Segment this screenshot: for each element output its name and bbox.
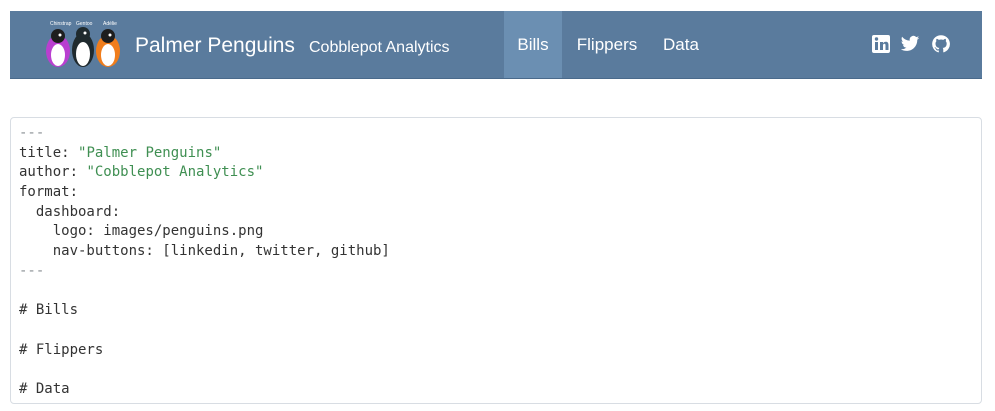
- code-value-author: "Cobblepot Analytics": [86, 164, 264, 180]
- github-icon[interactable]: [931, 34, 951, 54]
- code-block[interactable]: --- title: "Palmer Penguins" author: "Co…: [10, 117, 982, 404]
- logo-label-3: Adélie: [103, 21, 117, 27]
- code-line-10: # Flippers: [19, 342, 104, 358]
- code-key-author: author:: [19, 164, 87, 180]
- code-key-title: title:: [19, 145, 79, 161]
- logo-label-1: Chinstrap: [50, 21, 72, 27]
- code-line-11: # Data: [19, 381, 70, 397]
- code-line-3: author: "Cobblepot Analytics": [19, 163, 263, 181]
- tab-flippers[interactable]: Flippers: [570, 11, 644, 78]
- linkedin-icon[interactable]: [871, 34, 891, 54]
- code-line-6: logo: images/penguins.png: [19, 223, 264, 239]
- code-line-1: ---: [19, 125, 45, 141]
- code-line-8: ---: [19, 263, 45, 279]
- code-line-4: format:: [19, 184, 79, 200]
- code-line-5: dashboard:: [19, 204, 121, 220]
- code-line-7: nav-buttons: [linkedin, twitter, github]: [19, 243, 390, 259]
- brand-title[interactable]: Palmer Penguins: [135, 33, 295, 59]
- twitter-icon[interactable]: [900, 34, 920, 54]
- code-value-title: "Palmer Penguins": [78, 145, 222, 161]
- tab-bills[interactable]: Bills: [504, 11, 562, 78]
- brand-subtitle: Cobblepot Analytics: [309, 39, 450, 56]
- logo-label-2: Gentoo: [76, 21, 93, 27]
- penguins-logo[interactable]: Chinstrap Gentoo Adélie: [42, 19, 124, 71]
- tab-data[interactable]: Data: [658, 11, 704, 78]
- code-line-2: title: "Palmer Penguins": [19, 144, 221, 162]
- top-navbar: Chinstrap Gentoo Adélie Palmer Penguins …: [10, 11, 982, 79]
- code-line-9: # Bills: [19, 302, 79, 318]
